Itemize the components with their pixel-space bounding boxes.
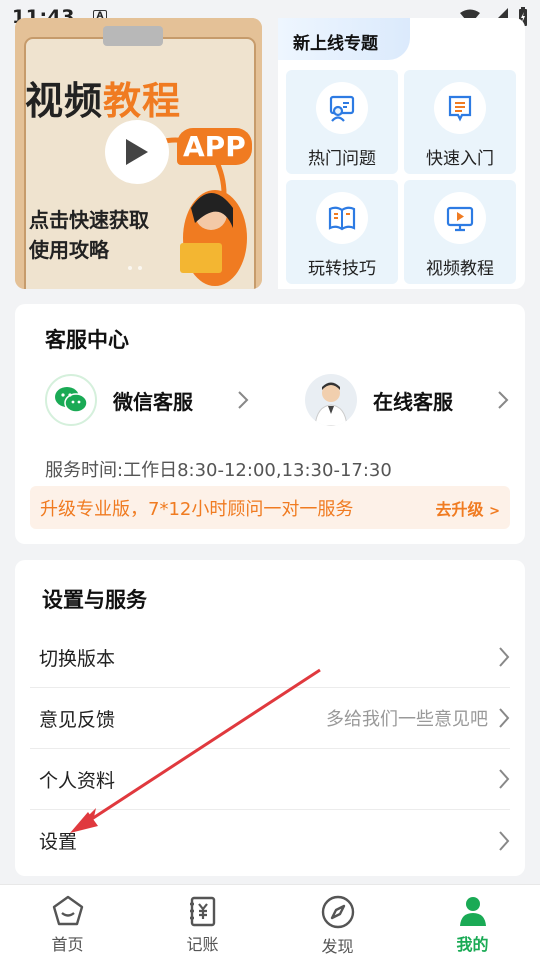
new-topics-panel: 新上线专题 热门问题 快速入门 玩转技巧 视频教程 bbox=[278, 18, 525, 289]
row-label: 设置 bbox=[39, 831, 78, 853]
upgrade-link-arrow: > bbox=[489, 503, 500, 519]
tab-label: 发现 bbox=[321, 937, 354, 956]
banner-title-part2: 教程 bbox=[103, 79, 182, 123]
quick-start-icon bbox=[434, 82, 486, 134]
customer-service-title: 客服中心 bbox=[45, 328, 129, 352]
chevron-right-icon bbox=[238, 391, 249, 409]
customer-service-card: 客服中心 微信客服 在线客服 服务时间:工作日8:30-12:00,13:30-… bbox=[15, 304, 525, 544]
row-label: 切换版本 bbox=[39, 647, 116, 670]
tile-tips[interactable]: 玩转技巧 bbox=[286, 180, 398, 284]
row-label: 意见反馈 bbox=[39, 708, 116, 731]
row-switch-version[interactable]: 切换版本 bbox=[30, 627, 510, 688]
upgrade-banner[interactable]: 升级专业版，7*12小时顾问一对一服务 去升级 > bbox=[30, 486, 510, 529]
tile-hot-questions[interactable]: 热门问题 bbox=[286, 70, 398, 174]
row-settings[interactable]: 设置 bbox=[30, 810, 510, 871]
video-tutorial-icon bbox=[434, 192, 486, 244]
agent-avatar bbox=[305, 374, 357, 426]
online-service-label: 在线客服 bbox=[373, 389, 453, 414]
row-feedback[interactable]: 意见反馈 多给我们一些意见吧 bbox=[30, 688, 510, 749]
chevron-right-icon bbox=[499, 769, 510, 789]
hot-question-icon bbox=[316, 82, 368, 134]
bottom-tab-bar: 首页 记账 发现 我的 bbox=[0, 884, 540, 960]
play-icon bbox=[126, 139, 148, 165]
wechat-icon bbox=[45, 374, 97, 426]
tab-label: 我的 bbox=[456, 935, 489, 954]
chevron-right-icon bbox=[499, 708, 510, 728]
feedback-hint: 多给我们一些意见吧 bbox=[326, 709, 488, 730]
tips-book-icon bbox=[316, 192, 368, 244]
row-label: 个人资料 bbox=[39, 769, 116, 792]
chevron-right-icon bbox=[499, 830, 510, 851]
tab-label: 记账 bbox=[186, 935, 219, 954]
row-profile[interactable]: 个人资料 bbox=[30, 749, 510, 810]
chevron-right-icon bbox=[498, 391, 509, 409]
banner-subtitle-2: 使用攻略 bbox=[29, 238, 109, 262]
banner-title-part1: 视频 bbox=[25, 79, 104, 123]
tile-quick-start[interactable]: 快速入门 bbox=[404, 70, 516, 174]
compass-icon bbox=[321, 895, 354, 929]
tile-label: 视频教程 bbox=[426, 259, 494, 279]
ledger-icon bbox=[189, 896, 215, 927]
settings-services-title: 设置与服务 bbox=[42, 588, 147, 612]
tab-label: 首页 bbox=[51, 935, 84, 954]
online-service-button[interactable]: 在线客服 bbox=[305, 374, 453, 426]
upgrade-link[interactable]: 去升级 > bbox=[436, 496, 501, 520]
settings-services-card: 设置与服务 切换版本 意见反馈 多给我们一些意见吧 个人资料 设置 bbox=[15, 560, 525, 876]
chevron-right-icon bbox=[499, 647, 510, 667]
banner-subtitle-1: 点击快速获取 bbox=[29, 208, 149, 232]
service-hours: 服务时间:工作日8:30-12:00,13:30-17:30 bbox=[45, 460, 392, 481]
wechat-service-label: 微信客服 bbox=[113, 389, 193, 414]
home-icon bbox=[52, 895, 83, 926]
tab-discover[interactable]: 发现 bbox=[270, 885, 405, 960]
tile-label: 快速入门 bbox=[426, 149, 494, 169]
tab-mine[interactable]: 我的 bbox=[405, 885, 540, 960]
profile-icon bbox=[459, 897, 486, 926]
wechat-service-button[interactable]: 微信客服 bbox=[45, 374, 193, 426]
app-badge: APP bbox=[177, 128, 252, 165]
tile-label: 热门问题 bbox=[308, 149, 376, 169]
tab-ledger[interactable]: 记账 bbox=[135, 885, 270, 960]
upgrade-link-label: 去升级 bbox=[435, 499, 484, 519]
video-tutorial-banner[interactable]: 视频教程 APP 点击快速获取 使用攻略 bbox=[15, 18, 262, 289]
play-button[interactable] bbox=[105, 120, 169, 184]
banner-title: 视频教程 bbox=[25, 70, 181, 125]
tab-home[interactable]: 首页 bbox=[0, 885, 135, 960]
upgrade-text: 升级专业版，7*12小时顾问一对一服务 bbox=[40, 498, 354, 520]
new-topics-tag: 新上线专题 bbox=[278, 18, 410, 60]
tile-label: 玩转技巧 bbox=[308, 259, 376, 279]
tile-video-tutorial[interactable]: 视频教程 bbox=[404, 180, 516, 284]
